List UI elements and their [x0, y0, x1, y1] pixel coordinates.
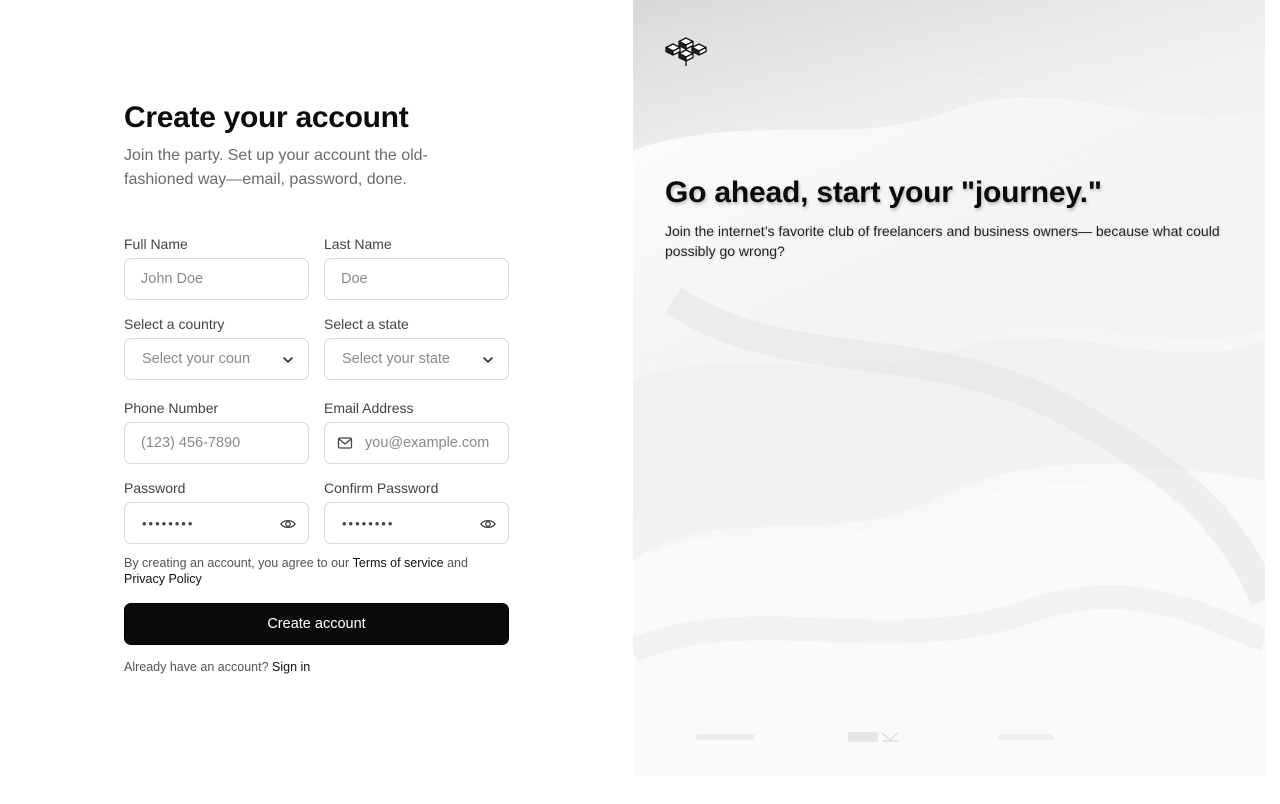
full-name-control	[124, 258, 309, 300]
terms-and: and	[443, 556, 468, 570]
cubes-logo	[665, 37, 707, 66]
phone-group: Phone Number	[124, 398, 309, 464]
hero-subtitle: Join the internet’s favorite club of fre…	[665, 223, 1220, 259]
email-group: Email Address	[324, 398, 509, 464]
password-value: ••••••••	[142, 515, 195, 531]
password-input[interactable]: ••••••••	[124, 502, 309, 544]
state-group: Select a state Select your state	[324, 314, 509, 380]
last-name-input[interactable]	[325, 259, 508, 299]
state-select-value: Select your state	[342, 351, 450, 367]
privacy-policy-link[interactable]: Privacy Policy	[124, 572, 202, 586]
last-name-control	[324, 258, 509, 300]
last-name-group: Last Name	[324, 234, 509, 300]
full-name-group: Full Name	[124, 234, 309, 300]
password-label: Password	[124, 480, 186, 496]
location-row: Select a country Select your country Sel…	[124, 314, 509, 380]
country-select-value: Select your country	[142, 351, 251, 367]
full-name-label: Full Name	[124, 236, 188, 252]
phone-label: Phone Number	[124, 400, 219, 416]
mail-icon	[337, 437, 353, 449]
country-group: Select a country Select your country	[124, 314, 309, 380]
confirm-password-group: Confirm Password ••••••••	[324, 478, 509, 544]
sign-in-link[interactable]: Sign in	[272, 660, 310, 674]
brand-logo	[998, 734, 1054, 740]
brand-logo	[848, 732, 899, 742]
terms-prefix: By creating an account, you agree to our	[124, 556, 353, 570]
brand-logos-strip	[633, 728, 1265, 748]
wave-background	[633, 0, 1265, 776]
page-subtitle: Join the party. Set up your account the …	[124, 147, 428, 188]
confirm-password-label: Confirm Password	[324, 480, 439, 496]
full-name-input[interactable]	[125, 259, 308, 299]
phone-input[interactable]	[125, 423, 308, 463]
eye-icon[interactable]	[480, 517, 496, 531]
signin-prefix: Already have an account?	[124, 660, 273, 674]
eye-icon[interactable]	[280, 517, 296, 531]
email-control	[324, 422, 509, 464]
page-title: Create your account	[124, 101, 409, 134]
state-label: Select a state	[324, 316, 409, 332]
signup-panel: Create your account Join the party. Set …	[0, 0, 633, 804]
state-select[interactable]: Select your state	[324, 338, 509, 380]
email-label: Email Address	[324, 400, 414, 416]
confirm-password-input[interactable]: ••••••••	[324, 502, 509, 544]
brand-logo	[695, 734, 755, 740]
last-name-label: Last Name	[324, 236, 392, 252]
signup-form: Create your account Join the party. Set …	[124, 100, 509, 674]
phone-control	[124, 422, 309, 464]
chevron-down-icon	[283, 357, 293, 363]
contact-row: Phone Number Email Address	[124, 398, 509, 464]
confirm-password-value: ••••••••	[342, 515, 395, 531]
password-group: Password ••••••••	[124, 478, 309, 544]
create-account-button[interactable]: Create account	[124, 603, 509, 645]
name-row: Full Name Last Name	[124, 234, 509, 300]
hero-title: Go ahead, start your "journey."	[665, 176, 1102, 209]
password-row: Password •••••••• Confirm Password •••••…	[124, 478, 509, 544]
country-label: Select a country	[124, 316, 225, 332]
hero-panel: Go ahead, start your "journey." Join the…	[633, 0, 1265, 776]
terms-of-service-link[interactable]: Terms of service	[353, 556, 444, 570]
chevron-down-icon	[483, 357, 493, 363]
terms-notice: By creating an account, you agree to our…	[124, 555, 509, 587]
country-select[interactable]: Select your country	[124, 338, 309, 380]
signin-prompt: Already have an account? Sign in	[124, 660, 310, 674]
